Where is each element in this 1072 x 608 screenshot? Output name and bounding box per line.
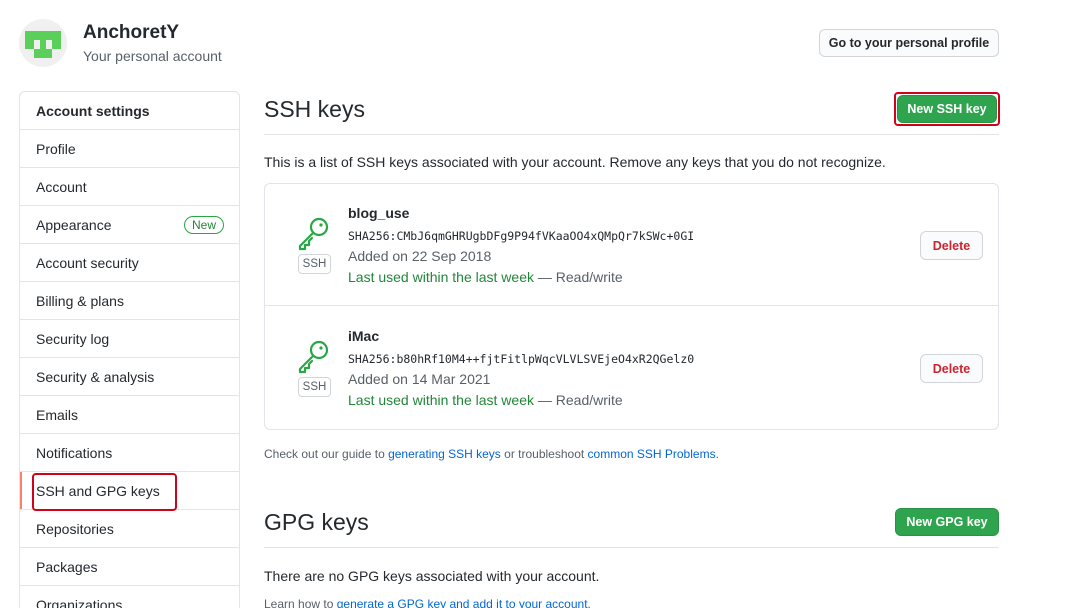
gpg-learn-text: Learn how to generate a GPG key and add … [264,597,591,608]
key-access: — Read/write [534,269,623,285]
divider [264,134,999,135]
sidebar-item-label: Emails [36,406,79,423]
guide-suffix: . [715,447,719,461]
sidebar-item-label: Account security [36,254,139,271]
generating-ssh-keys-link[interactable]: generating SSH keys [388,447,501,461]
ssh-guide-text: Check out our guide to generating SSH ke… [264,447,719,461]
key-icon [296,338,332,377]
ssh-key-item: SSH iMac SHA256:b80hRf10M4++fjtFitlpWqcV… [265,307,998,429]
key-last-used: Last used within the last week — Read/wr… [348,392,623,408]
sidebar-item-notifications[interactable]: Notifications [20,434,239,472]
sidebar-item-label: Profile [36,140,76,157]
ssh-type-label: SSH [298,377,331,397]
sidebar-item-appearance[interactable]: Appearance New [20,206,239,244]
sidebar-heading: Account settings [20,92,239,130]
sidebar-item-billing[interactable]: Billing & plans [20,282,239,320]
account-header: AnchoretY Your personal account [19,19,222,67]
ssh-description: This is a list of SSH keys associated wi… [264,154,886,170]
settings-sidebar: Account settings Profile Account Appeara… [19,91,240,608]
generate-gpg-key-link[interactable]: generate a GPG key and add it to your ac… [337,597,588,608]
sidebar-item-label: Notifications [36,444,113,461]
divider [264,547,999,548]
sidebar-item-security-analysis[interactable]: Security & analysis [20,358,239,396]
key-icon [296,215,332,254]
sidebar-item-label: Appearance [36,216,112,233]
sidebar-item-account-security[interactable]: Account security [20,244,239,282]
key-added-date: Added on 14 Mar 2021 [348,371,491,387]
delete-key-button[interactable]: Delete [920,231,983,260]
gpg-keys-title: GPG keys [264,509,369,535]
sidebar-item-repositories[interactable]: Repositories [20,510,239,548]
guide-middle: or troubleshoot [500,447,588,461]
annotation-highlight-sidebar [32,473,177,511]
key-added-date: Added on 22 Sep 2018 [348,248,492,264]
sidebar-item-label: Packages [36,558,98,575]
key-title: blog_use [348,205,410,221]
learn-prefix: Learn how to [264,597,337,608]
ssh-key-list: SSH blog_use SHA256:CMbJ6qmGHRUgbDFg9P94… [264,183,999,430]
sidebar-item-label: Security log [36,330,110,347]
key-last-used: Last used within the last week — Read/wr… [348,269,623,285]
delete-key-button[interactable]: Delete [920,354,983,383]
sidebar-item-security-log[interactable]: Security log [20,320,239,358]
key-fingerprint: SHA256:CMbJ6qmGHRUgbDFg9P94fVKaaOO4xQMpQ… [348,229,695,243]
gpg-description: There are no GPG keys associated with yo… [264,568,600,584]
new-gpg-key-button[interactable]: New GPG key [895,508,999,536]
account-name[interactable]: AnchoretY [83,21,222,45]
account-subtitle: Your personal account [83,47,222,64]
key-access: — Read/write [534,392,623,408]
guide-prefix: Check out our guide to [264,447,389,461]
key-title: iMac [348,328,380,344]
ssh-key-item: SSH blog_use SHA256:CMbJ6qmGHRUgbDFg9P94… [265,184,998,306]
common-ssh-problems-link[interactable]: common SSH Problems [588,447,716,461]
ssh-keys-title: SSH keys [264,96,365,122]
sidebar-item-label: Account [36,178,87,195]
learn-suffix: . [587,597,591,608]
ssh-type-label: SSH [298,254,331,274]
sidebar-item-profile[interactable]: Profile [20,130,239,168]
sidebar-item-label: Billing & plans [36,292,124,309]
new-badge: New [183,216,224,234]
sidebar-item-emails[interactable]: Emails [20,396,239,434]
sidebar-item-label: Organizations [36,596,123,608]
avatar[interactable] [19,19,67,67]
key-fingerprint: SHA256:b80hRf10M4++fjtFitlpWqcVLVLSVEjeO… [348,352,695,366]
sidebar-item-label: Repositories [36,520,114,537]
sidebar-item-packages[interactable]: Packages [20,548,239,586]
annotation-highlight-new-ssh [894,92,1000,126]
key-last-used-text: Last used within the last week [348,392,534,408]
sidebar-item-organizations[interactable]: Organizations [20,586,239,608]
sidebar-item-label: Security & analysis [36,368,155,385]
key-last-used-text: Last used within the last week [348,269,534,285]
account-info: AnchoretY Your personal account [83,21,222,66]
sidebar-item-account[interactable]: Account [20,168,239,206]
go-to-profile-button[interactable]: Go to your personal profile [819,29,999,57]
